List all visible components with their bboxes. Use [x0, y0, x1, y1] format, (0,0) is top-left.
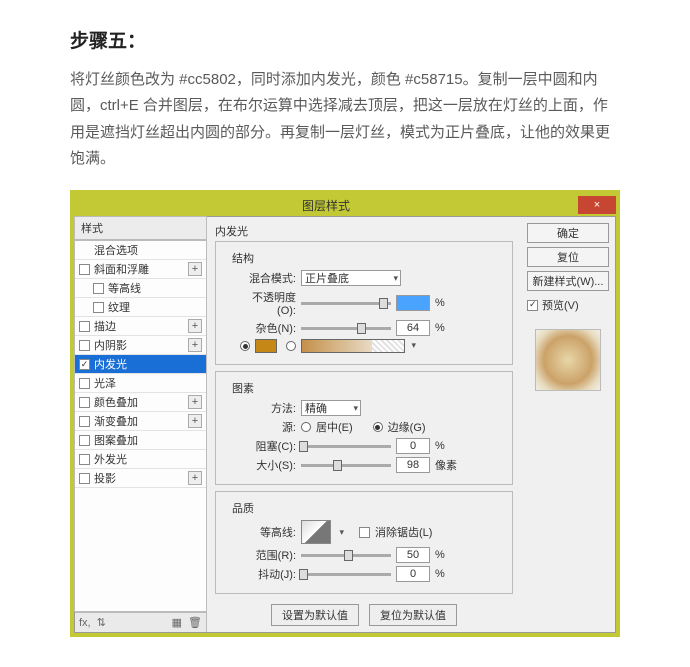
size-label: 大小(S):: [240, 457, 296, 473]
cancel-button[interactable]: 复位: [527, 247, 609, 267]
method-label: 方法:: [240, 400, 296, 416]
trash-icon[interactable]: 🗑: [188, 616, 202, 629]
style-row-outer-glow[interactable]: 外发光+: [75, 450, 206, 469]
color-swatch[interactable]: [255, 339, 277, 353]
style-row-inner-shadow[interactable]: 内阴影+: [75, 336, 206, 355]
right-column: 确定 复位 新建样式(W)... ✓ 预览(V): [521, 217, 615, 632]
layer-style-dialog: 图层样式 × 样式 混合选项 斜面和浮雕+ 等高线+ 纹理+ 描边+ 内阴影+ …: [70, 190, 620, 637]
styles-sidebar: 样式 混合选项 斜面和浮雕+ 等高线+ 纹理+ 描边+ 内阴影+ 内发光+ 光泽…: [75, 217, 207, 632]
noise-input[interactable]: 64: [396, 320, 430, 336]
dialog-title: 图层样式: [74, 197, 578, 214]
style-row-contour[interactable]: 等高线+: [75, 279, 206, 298]
fx-label: fx,: [79, 617, 91, 629]
plus-icon[interactable]: +: [188, 319, 202, 333]
noise-slider[interactable]: [301, 327, 391, 330]
source-center-label: 居中(E): [316, 419, 353, 435]
range-slider[interactable]: [301, 554, 391, 557]
style-row-drop-shadow[interactable]: 投影+: [75, 469, 206, 488]
blend-options-row[interactable]: 混合选项: [75, 241, 206, 260]
body-paragraph: 将灯丝颜色改为 #cc5802，同时添加内发光，颜色 #c58715。复制一层中…: [70, 67, 620, 172]
styles-header: 样式: [74, 216, 207, 240]
step-title: 步骤五：: [70, 26, 620, 53]
style-row-texture[interactable]: 纹理+: [75, 298, 206, 317]
new-style-button[interactable]: 新建样式(W)...: [527, 271, 609, 291]
source-label: 源:: [240, 419, 296, 435]
quality-group: 品质 等高线: 消除锯齿(L) 范围(R): 50 %: [215, 491, 513, 594]
structure-title: 结构: [232, 250, 504, 266]
choke-slider[interactable]: [301, 445, 391, 448]
contour-label: 等高线:: [240, 524, 296, 540]
preview-label: 预览(V): [542, 297, 579, 313]
plus-icon[interactable]: +: [188, 338, 202, 352]
antialias-checkbox[interactable]: [359, 527, 370, 538]
preview-thumbnail: [535, 329, 601, 391]
dialog-titlebar: 图层样式 ×: [74, 194, 616, 216]
size-input[interactable]: 98: [396, 457, 430, 473]
plus-icon[interactable]: +: [188, 395, 202, 409]
method-select[interactable]: 精确: [301, 400, 361, 416]
gradient-picker[interactable]: [301, 339, 405, 353]
style-row-bevel[interactable]: 斜面和浮雕+: [75, 260, 206, 279]
style-row-color-overlay[interactable]: 颜色叠加+: [75, 393, 206, 412]
jitter-input[interactable]: 0: [396, 566, 430, 582]
opacity-label: 不透明度(O):: [240, 289, 296, 317]
style-row-satin[interactable]: 光泽+: [75, 374, 206, 393]
structure-group: 结构 混合模式: 正片叠底 不透明度(O): % 杂色(N): 64: [215, 241, 513, 365]
settings-panel: 内发光 结构 混合模式: 正片叠底 不透明度(O): % 杂色(N):: [207, 217, 521, 632]
noise-unit: %: [435, 322, 445, 334]
reset-default-button[interactable]: 复位为默认值: [369, 604, 457, 626]
styles-footer: fx, ⇅ ▦ 🗑: [75, 612, 206, 632]
contour-picker[interactable]: [301, 520, 331, 544]
size-slider[interactable]: [301, 464, 391, 467]
preview-checkbox[interactable]: ✓: [527, 300, 538, 311]
close-button[interactable]: ×: [578, 196, 616, 214]
set-default-button[interactable]: 设置为默认值: [271, 604, 359, 626]
blend-mode-select[interactable]: 正片叠底: [301, 270, 401, 286]
style-row-stroke[interactable]: 描边+: [75, 317, 206, 336]
antialias-label: 消除锯齿(L): [375, 524, 432, 540]
blend-mode-label: 混合模式:: [240, 270, 296, 286]
color-radio-solid[interactable]: [240, 341, 250, 351]
source-center-radio[interactable]: [301, 422, 311, 432]
style-row-inner-glow[interactable]: 内发光+: [75, 355, 206, 374]
plus-icon[interactable]: +: [188, 414, 202, 428]
up-down-icon[interactable]: ⇅: [97, 616, 106, 629]
opacity-slider[interactable]: [301, 302, 391, 305]
elements-group: 图素 方法: 精确 源: 居中(E) 边缘(G) 阻塞(C):: [215, 371, 513, 485]
panel-head: 内发光: [215, 223, 513, 239]
plus-icon[interactable]: +: [188, 471, 202, 485]
style-row-gradient-overlay[interactable]: 渐变叠加+: [75, 412, 206, 431]
choke-unit: %: [435, 440, 445, 452]
quality-title: 品质: [232, 500, 504, 516]
plus-icon[interactable]: +: [188, 262, 202, 276]
style-row-pattern-overlay[interactable]: 图案叠加+: [75, 431, 206, 450]
opacity-unit: %: [435, 297, 445, 309]
jitter-unit: %: [435, 568, 445, 580]
source-edge-label: 边缘(G): [388, 419, 426, 435]
styles-list: 混合选项 斜面和浮雕+ 等高线+ 纹理+ 描边+ 内阴影+ 内发光+ 光泽+ 颜…: [74, 240, 207, 612]
elements-title: 图素: [232, 380, 504, 396]
jitter-slider[interactable]: [301, 573, 391, 576]
color-radio-gradient[interactable]: [286, 341, 296, 351]
opacity-input[interactable]: [396, 295, 430, 311]
size-unit: 像素: [435, 457, 457, 473]
choke-label: 阻塞(C):: [240, 438, 296, 454]
add-style-icon[interactable]: ▦: [172, 616, 182, 629]
noise-label: 杂色(N):: [240, 320, 296, 336]
source-edge-radio[interactable]: [373, 422, 383, 432]
jitter-label: 抖动(J):: [240, 566, 296, 582]
choke-input[interactable]: 0: [396, 438, 430, 454]
ok-button[interactable]: 确定: [527, 223, 609, 243]
range-unit: %: [435, 549, 445, 561]
